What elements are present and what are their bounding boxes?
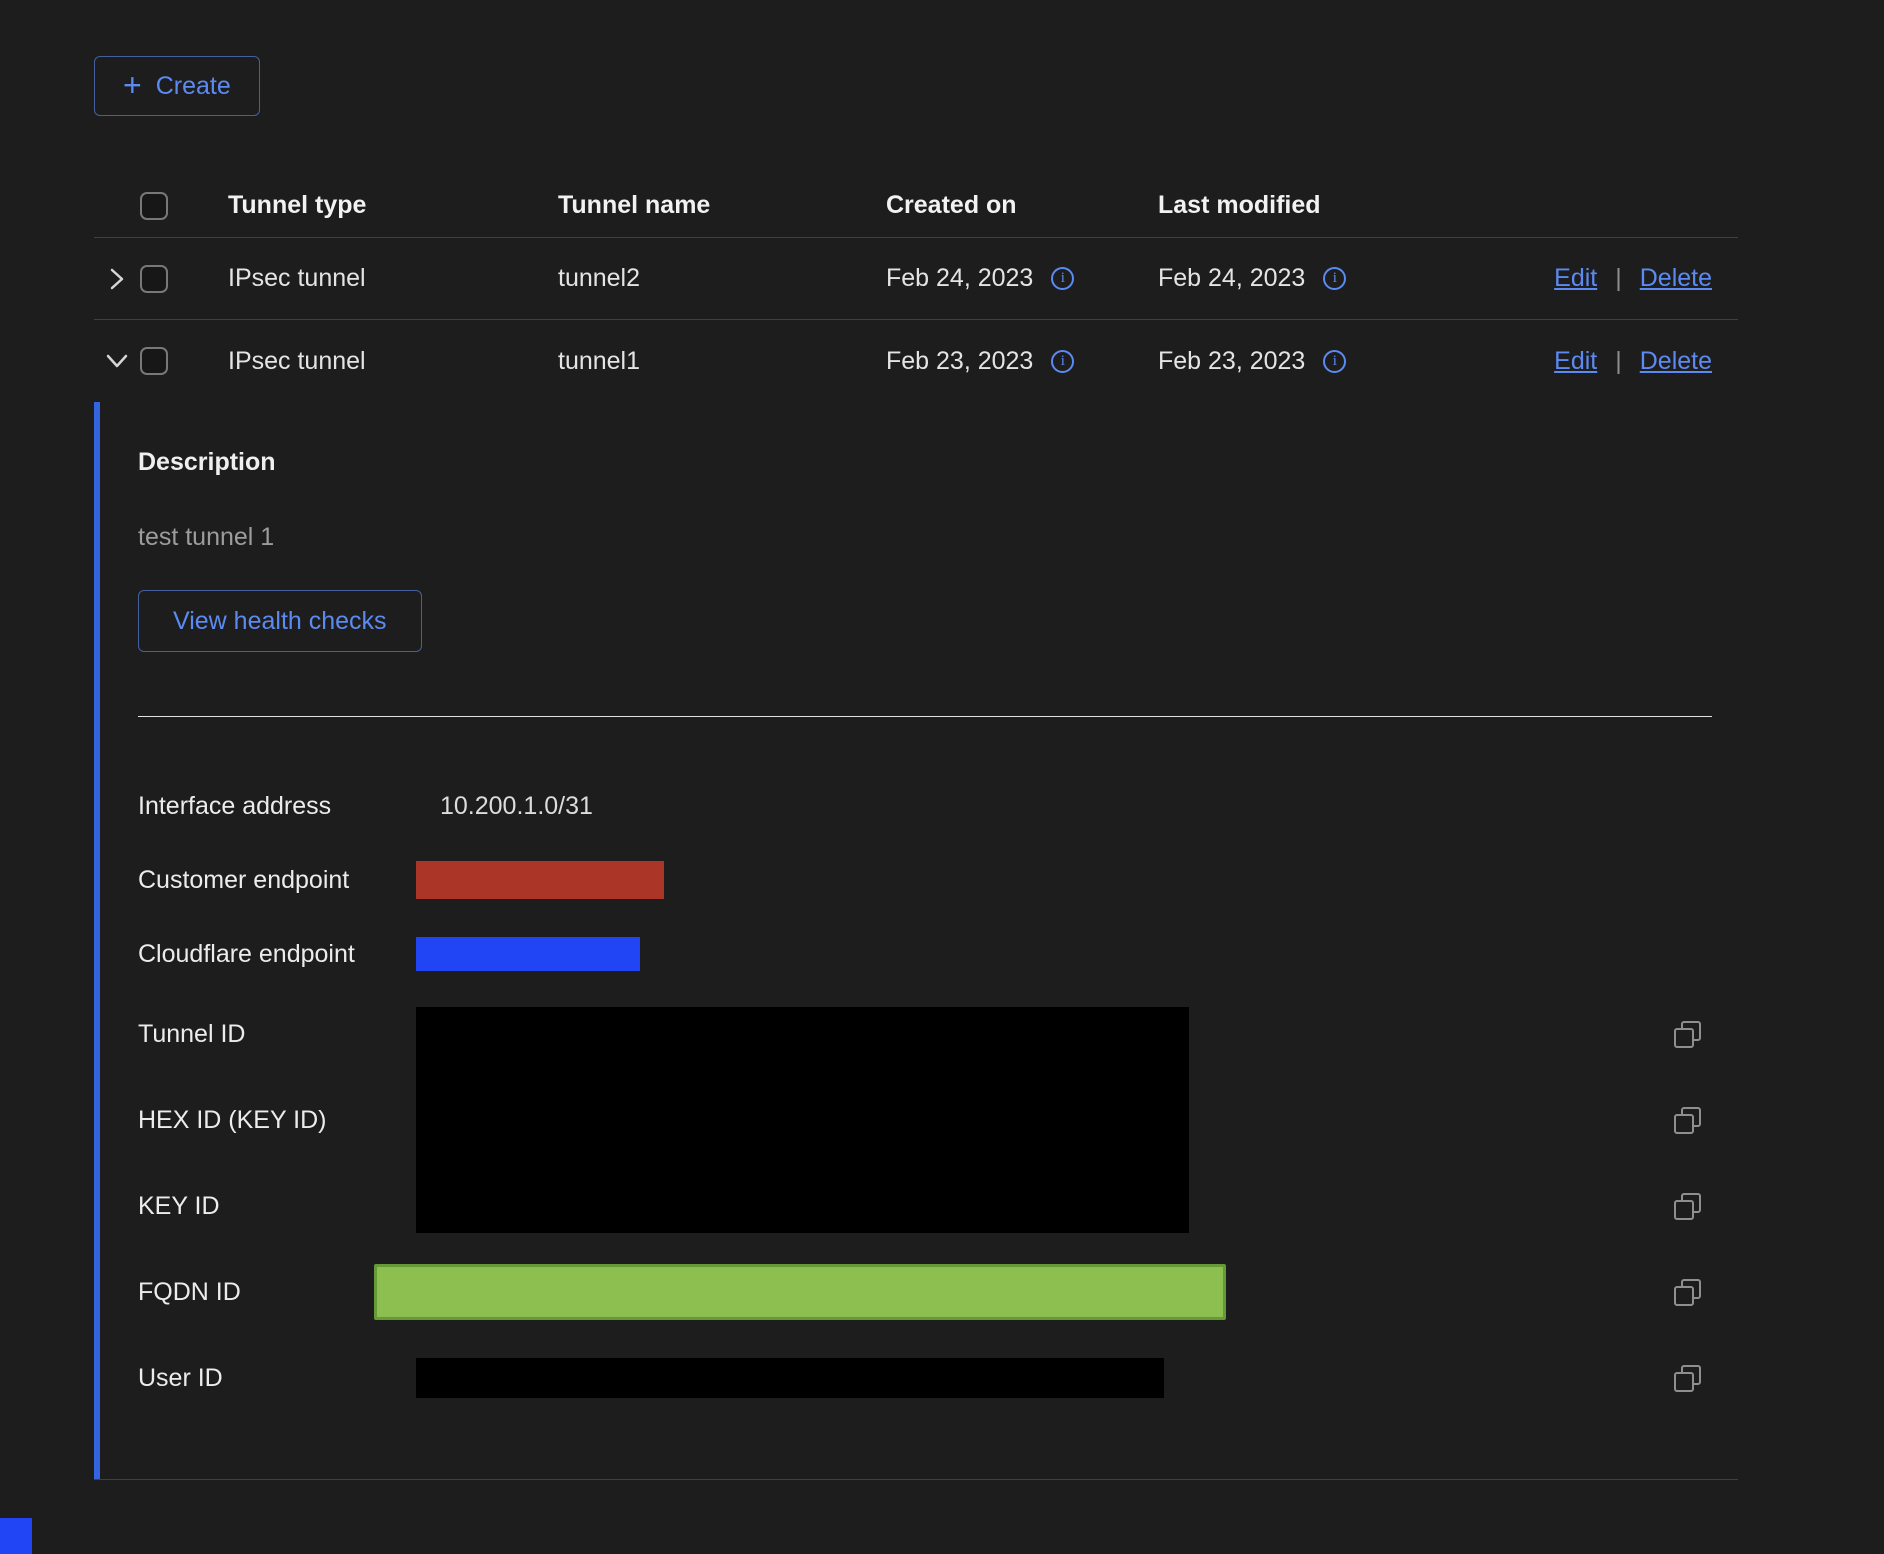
header-created-on: Created on <box>866 191 1138 220</box>
copy-user-id-icon[interactable] <box>1674 1365 1701 1392</box>
field-row-user-id: User ID <box>138 1335 1738 1421</box>
description-value: test tunnel 1 <box>138 523 1738 552</box>
tunnel-name-cell: tunnel1 <box>538 347 866 376</box>
user-id-redacted-value <box>416 1358 1164 1398</box>
plus-icon: + <box>123 69 142 101</box>
cloudflare-endpoint-label: Cloudflare endpoint <box>138 940 416 969</box>
customer-endpoint-label: Customer endpoint <box>138 866 416 895</box>
field-row-cloudflare-endpoint: Cloudflare endpoint <box>138 917 1738 991</box>
info-icon[interactable]: i <box>1323 350 1346 373</box>
tunnel-name-cell: tunnel2 <box>538 264 866 293</box>
field-row-fqdn-id: FQDN ID <box>138 1249 1738 1335</box>
cloudflare-endpoint-redacted-value <box>416 937 640 971</box>
create-button-label: Create <box>156 72 231 101</box>
copy-tunnel-id-icon[interactable] <box>1674 1021 1701 1048</box>
interface-address-label: Interface address <box>138 792 416 821</box>
expand-chevron-right-icon[interactable] <box>94 265 140 293</box>
description-label: Description <box>138 448 1738 477</box>
copy-key-id-icon[interactable] <box>1674 1193 1701 1220</box>
table-header-row: Tunnel type Tunnel name Created on Last … <box>94 174 1738 238</box>
view-health-checks-button[interactable]: View health checks <box>138 590 422 652</box>
tunnel-detail-panel: Description test tunnel 1 View health ch… <box>94 402 1738 1479</box>
create-button[interactable]: + Create <box>94 56 260 116</box>
delete-link[interactable]: Delete <box>1640 347 1712 376</box>
header-tunnel-type: Tunnel type <box>208 191 538 220</box>
row-checkbox[interactable] <box>140 265 168 293</box>
field-row-interface-address: Interface address 10.200.1.0/31 <box>138 769 1738 843</box>
section-divider <box>138 716 1712 717</box>
customer-endpoint-redacted-value <box>416 861 664 899</box>
collapse-chevron-down-icon[interactable] <box>94 352 140 370</box>
last-modified-value: Feb 23, 2023 <box>1158 347 1305 376</box>
detail-fields: Interface address 10.200.1.0/31 Customer… <box>138 769 1738 1421</box>
created-on-cell: Feb 24, 2023 i <box>866 264 1138 293</box>
row-actions: Edit | Delete <box>1554 264 1738 293</box>
info-icon[interactable]: i <box>1051 267 1074 290</box>
table-row: IPsec tunnel tunnel2 Feb 24, 2023 i Feb … <box>94 238 1738 320</box>
action-separator: | <box>1615 347 1622 376</box>
tunnel-id-label: Tunnel ID <box>138 991 416 1077</box>
tunnel-detail-wrapper: Description test tunnel 1 View health ch… <box>94 402 1738 1480</box>
bottom-left-blue-strip <box>0 1518 32 1554</box>
header-last-modified: Last modified <box>1138 191 1478 220</box>
action-separator: | <box>1615 264 1622 293</box>
copy-hex-id-icon[interactable] <box>1674 1107 1701 1134</box>
info-icon[interactable]: i <box>1051 350 1074 373</box>
header-tunnel-name: Tunnel name <box>538 191 866 220</box>
edit-link[interactable]: Edit <box>1554 347 1597 376</box>
last-modified-cell: Feb 23, 2023 i <box>1138 347 1478 376</box>
fqdn-id-redacted-value <box>374 1264 1226 1320</box>
last-modified-value: Feb 24, 2023 <box>1158 264 1305 293</box>
ids-redacted-value <box>416 1007 1189 1233</box>
select-all-checkbox[interactable] <box>140 192 168 220</box>
created-on-cell: Feb 23, 2023 i <box>866 347 1138 376</box>
hex-id-label: HEX ID (KEY ID) <box>138 1077 416 1163</box>
row-actions: Edit | Delete <box>1554 347 1738 376</box>
tunnels-table: Tunnel type Tunnel name Created on Last … <box>94 174 1738 402</box>
field-row-ids: Tunnel ID HEX ID (KEY ID) KEY ID <box>138 991 1738 1249</box>
tunnels-page: + Create Tunnel type Tunnel name Created… <box>0 0 1884 1554</box>
key-id-label: KEY ID <box>138 1163 416 1249</box>
table-row: IPsec tunnel tunnel1 Feb 23, 2023 i Feb … <box>94 320 1738 402</box>
copy-fqdn-id-icon[interactable] <box>1674 1279 1701 1306</box>
edit-link[interactable]: Edit <box>1554 264 1597 293</box>
row-checkbox[interactable] <box>140 347 168 375</box>
field-row-customer-endpoint: Customer endpoint <box>138 843 1738 917</box>
interface-address-value: 10.200.1.0/31 <box>416 792 1674 821</box>
created-on-value: Feb 23, 2023 <box>886 347 1033 376</box>
last-modified-cell: Feb 24, 2023 i <box>1138 264 1478 293</box>
delete-link[interactable]: Delete <box>1640 264 1712 293</box>
tunnel-type-cell: IPsec tunnel <box>208 264 538 293</box>
tunnel-type-cell: IPsec tunnel <box>208 347 538 376</box>
info-icon[interactable]: i <box>1323 267 1346 290</box>
user-id-label: User ID <box>138 1364 416 1393</box>
created-on-value: Feb 24, 2023 <box>886 264 1033 293</box>
